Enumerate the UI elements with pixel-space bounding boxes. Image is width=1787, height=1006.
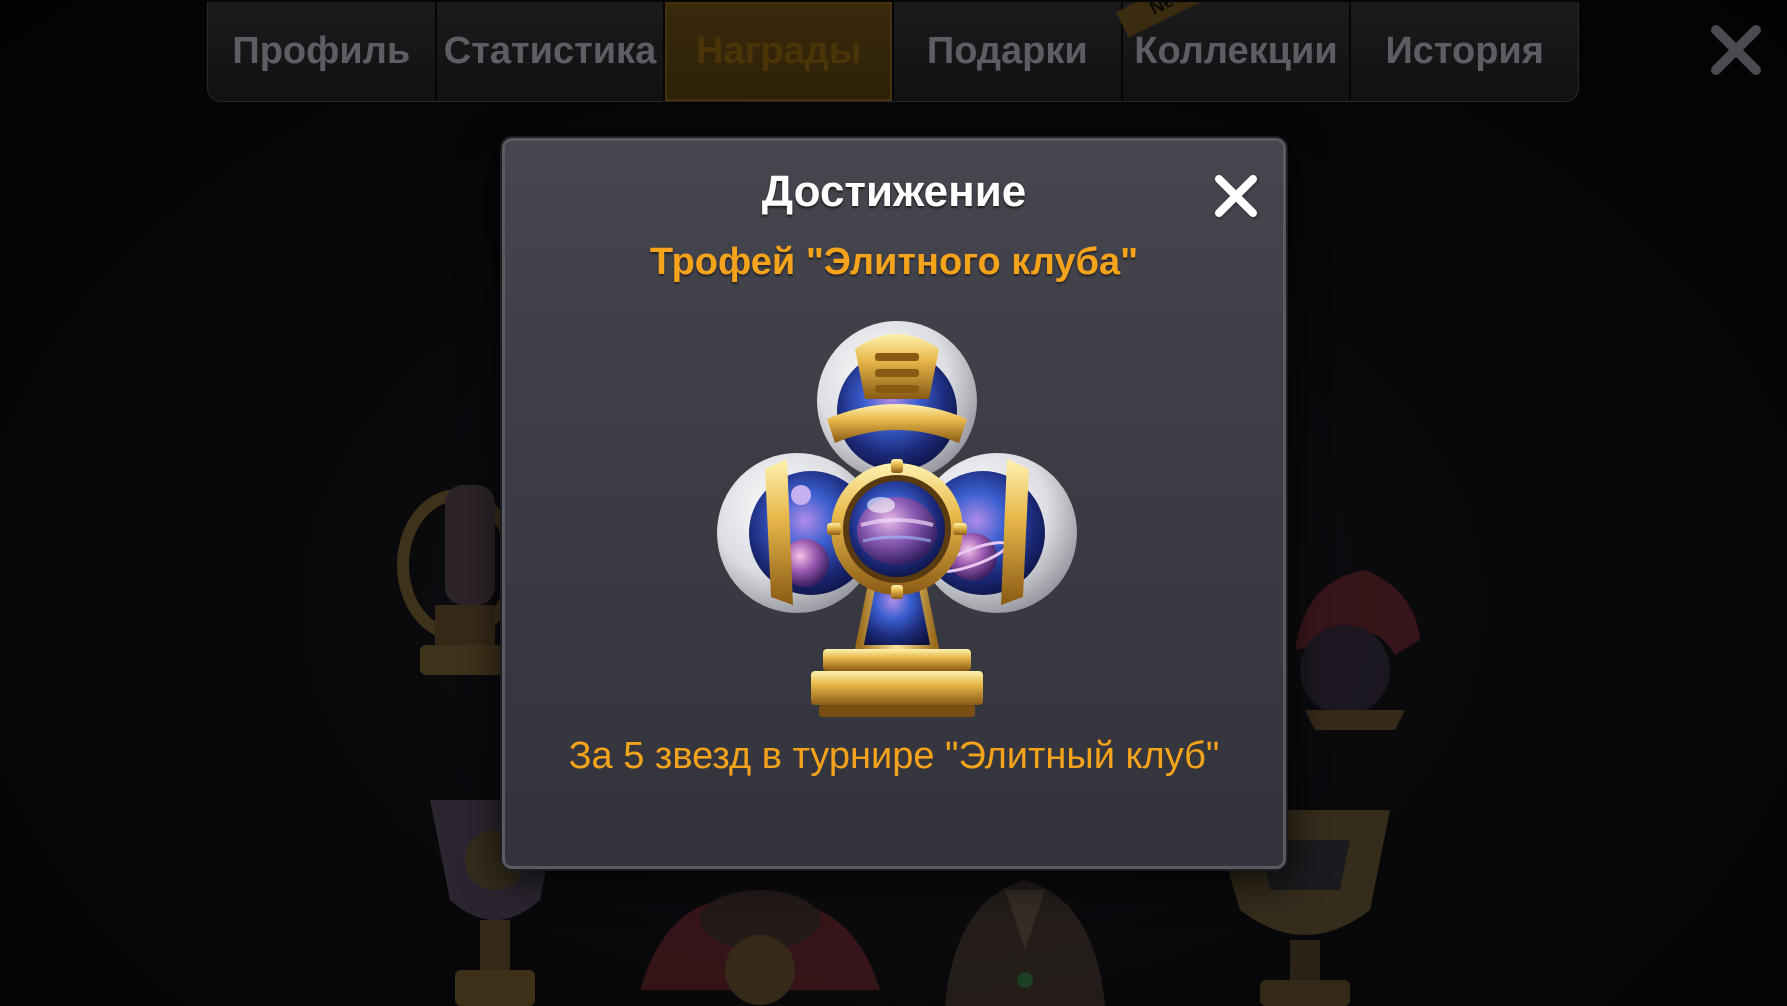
tab-bar: Профиль Статистика Награды Подарки New К… [207,2,1579,102]
dialog-title: Достижение [761,167,1027,216]
tab-history-label: История [1385,30,1544,72]
tab-awards[interactable]: Награды [665,2,895,101]
background-trophy-bottom-suit [945,880,1105,1006]
achievement-dialog: Достижение Трофей "Элитного клуба" За 5 … [502,138,1286,869]
background-trophy-bottom-jester [640,890,880,1005]
trophy-name: Трофей "Элитного клуба" [649,241,1139,283]
tab-awards-label: Награды [696,30,862,72]
tab-profile[interactable]: Профиль [208,2,437,101]
trophy-description: За 5 звезд в турнире "Элитный клуб" [568,735,1220,777]
club-suit-trophy-icon [717,321,1077,717]
close-icon[interactable] [1211,171,1261,221]
background-trophy-right [1295,570,1420,730]
tab-history[interactable]: История [1351,2,1578,101]
close-icon[interactable] [1708,22,1764,78]
tab-statistics-label: Статистика [443,30,657,72]
tab-profile-label: Профиль [232,30,411,72]
tab-gifts[interactable]: Подарки [894,2,1123,101]
tab-gifts-label: Подарки [926,30,1088,72]
awards-screen: Профиль Статистика Награды Подарки New К… [0,0,1787,1006]
new-badge-label: New [1146,2,1191,20]
tab-collections[interactable]: New Коллекции [1115,2,1352,101]
background-trophy-left [397,485,510,675]
tab-collections-label: Коллекции [1134,30,1338,72]
tab-statistics[interactable]: Статистика [436,2,666,101]
